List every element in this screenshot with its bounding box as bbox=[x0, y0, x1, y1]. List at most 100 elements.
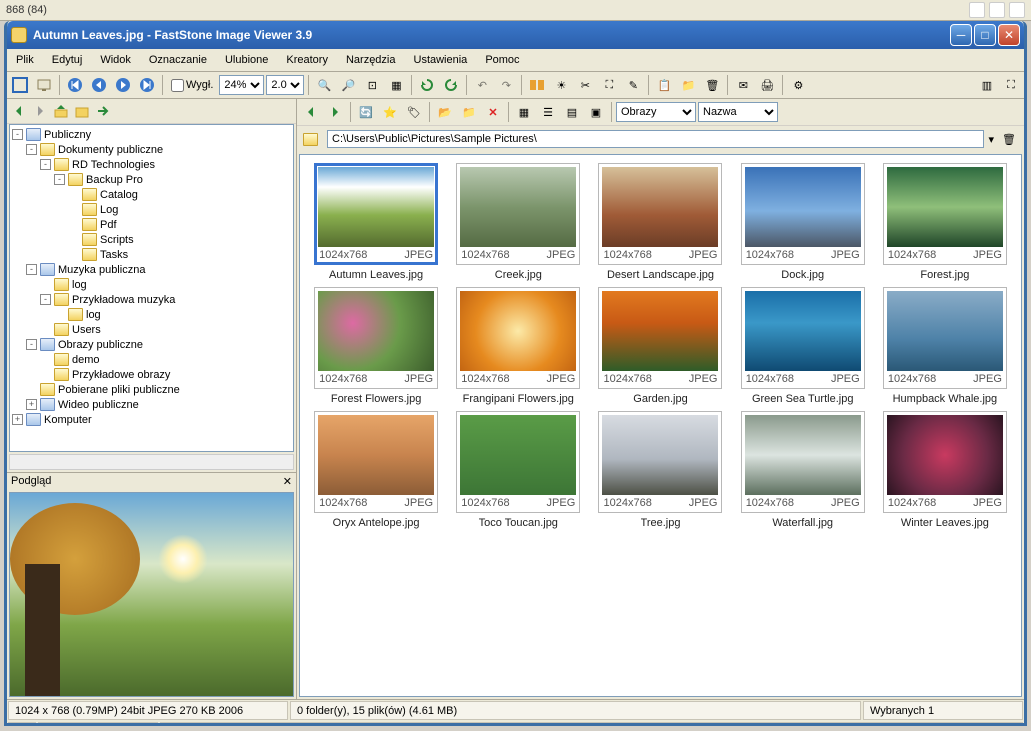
tree-toggle-icon[interactable]: - bbox=[26, 144, 37, 155]
tree-back-icon[interactable] bbox=[9, 101, 29, 121]
tree-item[interactable]: -Dokumenty publiczne bbox=[12, 142, 291, 157]
path-input[interactable]: C:\Users\Public\Pictures\Sample Pictures… bbox=[327, 130, 984, 148]
ct-tag-icon[interactable]: 🏷 bbox=[403, 101, 425, 123]
thumbnail[interactable]: 1024x768JPEGHumpback Whale.jpg bbox=[877, 287, 1013, 405]
thumbnail[interactable]: 1024x768JPEGForest Flowers.jpg bbox=[308, 287, 444, 405]
tree-item[interactable]: -Muzyka publiczna bbox=[12, 262, 291, 277]
ct-open-icon[interactable]: 📂 bbox=[434, 101, 456, 123]
tree-item[interactable]: Tasks bbox=[12, 247, 291, 262]
tree-item[interactable]: Pobierane pliki publiczne bbox=[12, 382, 291, 397]
trash-icon[interactable]: 🗑 bbox=[998, 128, 1020, 150]
menu-item-plik[interactable]: Plik bbox=[13, 52, 37, 68]
tree-toggle-icon[interactable]: - bbox=[12, 129, 23, 140]
folder-tree[interactable]: -Publiczny-Dokumenty publiczne-RD Techno… bbox=[9, 124, 294, 452]
titlebar[interactable]: Autumn Leaves.jpg - FastStone Image View… bbox=[7, 21, 1024, 49]
crop-icon[interactable]: ✂ bbox=[574, 74, 596, 96]
tree-item[interactable]: +Wideo publiczne bbox=[12, 397, 291, 412]
thumbnail[interactable]: 1024x768JPEGDesert Landscape.jpg bbox=[592, 163, 728, 281]
layout-toggle-icon[interactable]: ▥ bbox=[976, 74, 998, 96]
zoom-fit-icon[interactable]: ⊡ bbox=[361, 74, 383, 96]
nav-last-icon[interactable] bbox=[136, 74, 158, 96]
thumbnail[interactable]: 1024x768JPEGDock.jpg bbox=[735, 163, 871, 281]
tree-item[interactable]: +Komputer bbox=[12, 412, 291, 427]
menu-item-ulubione[interactable]: Ulubione bbox=[222, 52, 271, 68]
outer-icon[interactable] bbox=[1009, 2, 1025, 18]
tree-toggle-icon[interactable]: - bbox=[40, 294, 51, 305]
thumbnail[interactable]: 1024x768JPEGGarden.jpg bbox=[592, 287, 728, 405]
thumbnail[interactable]: 1024x768JPEGCreek.jpg bbox=[450, 163, 586, 281]
thumbnail-grid[interactable]: 1024x768JPEGAutumn Leaves.jpg1024x768JPE… bbox=[299, 154, 1022, 697]
thumbnail[interactable]: 1024x768JPEGAutumn Leaves.jpg bbox=[308, 163, 444, 281]
zoom-actual-icon[interactable]: ▦ bbox=[385, 74, 407, 96]
path-dropdown-icon[interactable]: ▾ bbox=[988, 133, 994, 146]
tree-item[interactable]: Przykładowe obrazy bbox=[12, 367, 291, 382]
menu-item-pomoc[interactable]: Pomoc bbox=[482, 52, 522, 68]
resize-icon[interactable]: ⛶ bbox=[598, 74, 620, 96]
thumbnail[interactable]: 1024x768JPEGWaterfall.jpg bbox=[735, 411, 871, 529]
tree-toggle-icon[interactable]: - bbox=[54, 174, 65, 185]
tree-item[interactable]: Pdf bbox=[12, 217, 291, 232]
menu-item-edytuj[interactable]: Edytuj bbox=[49, 52, 86, 68]
tree-toggle-icon[interactable]: - bbox=[40, 159, 51, 170]
tree-item[interactable]: Users bbox=[12, 322, 291, 337]
move-icon[interactable]: 📁 bbox=[677, 74, 699, 96]
outer-icon[interactable] bbox=[969, 2, 985, 18]
tree-fwd-icon[interactable] bbox=[30, 101, 50, 121]
tree-toggle-icon[interactable]: - bbox=[26, 339, 37, 350]
tree-up-icon[interactable] bbox=[51, 101, 71, 121]
ct-delete-icon[interactable]: ✕ bbox=[482, 101, 504, 123]
tree-item[interactable]: -RD Technologies bbox=[12, 157, 291, 172]
status-link[interactable]: www.FastStone.org bbox=[38, 722, 158, 726]
redo-icon[interactable]: ↷ bbox=[495, 74, 517, 96]
view-tile-icon[interactable]: ▣ bbox=[585, 101, 607, 123]
menu-item-narzędzia[interactable]: Narzędzia bbox=[343, 52, 399, 68]
thumbnail[interactable]: 1024x768JPEGTree.jpg bbox=[592, 411, 728, 529]
settings-icon[interactable]: ⚙ bbox=[787, 74, 809, 96]
thumbnail[interactable]: 1024x768JPEGForest.jpg bbox=[877, 163, 1013, 281]
menu-item-oznaczanie[interactable]: Oznaczanie bbox=[146, 52, 210, 68]
status-globe-icon[interactable]: 🌐 bbox=[8, 722, 36, 726]
thumbnail[interactable]: 1024x768JPEGWinter Leaves.jpg bbox=[877, 411, 1013, 529]
preview-close-icon[interactable]: ✕ bbox=[283, 475, 292, 488]
adjust-icon[interactable]: ☀ bbox=[550, 74, 572, 96]
nav-next-icon[interactable] bbox=[112, 74, 134, 96]
rotate-left-icon[interactable] bbox=[416, 74, 438, 96]
tree-item[interactable]: -Przykładowa muzyka bbox=[12, 292, 291, 307]
maximize-button[interactable]: □ bbox=[974, 24, 996, 46]
outer-icon[interactable] bbox=[989, 2, 1005, 18]
path-folder-icon[interactable] bbox=[301, 128, 323, 150]
nav-first-icon[interactable] bbox=[64, 74, 86, 96]
tree-toggle-icon[interactable]: + bbox=[12, 414, 23, 425]
thumbnail[interactable]: 1024x768JPEGGreen Sea Turtle.jpg bbox=[735, 287, 871, 405]
tree-item[interactable]: -Backup Pro bbox=[12, 172, 291, 187]
copy-icon[interactable]: 📋 bbox=[653, 74, 675, 96]
email-icon[interactable]: ✉ bbox=[732, 74, 754, 96]
ct-favorite-icon[interactable]: ⭐ bbox=[379, 101, 401, 123]
tree-item[interactable]: -Obrazy publiczne bbox=[12, 337, 291, 352]
tree-home-icon[interactable] bbox=[72, 101, 92, 121]
ct-newfolder-icon[interactable]: 📁 bbox=[458, 101, 480, 123]
zoom-out-icon[interactable]: 🔎 bbox=[337, 74, 359, 96]
menu-item-widok[interactable]: Widok bbox=[97, 52, 134, 68]
zoom-in-icon[interactable]: 🔍 bbox=[313, 74, 335, 96]
print-icon[interactable]: 🖨 bbox=[756, 74, 778, 96]
menu-item-kreatory[interactable]: Kreatory bbox=[283, 52, 331, 68]
zoom-select[interactable]: 24% bbox=[219, 75, 264, 95]
tree-scrollbar[interactable] bbox=[9, 454, 294, 470]
tree-item[interactable]: Log bbox=[12, 202, 291, 217]
scale-select[interactable]: 2.0 bbox=[266, 75, 304, 95]
tree-item[interactable]: Catalog bbox=[12, 187, 291, 202]
tree-go-icon[interactable] bbox=[93, 101, 113, 121]
sort-select[interactable]: Nazwa bbox=[698, 102, 778, 122]
preview-pane[interactable] bbox=[9, 492, 294, 697]
tree-item[interactable]: demo bbox=[12, 352, 291, 367]
close-button[interactable]: ✕ bbox=[998, 24, 1020, 46]
view-detail-icon[interactable]: ▤ bbox=[561, 101, 583, 123]
view-thumb-icon[interactable]: ▦ bbox=[513, 101, 535, 123]
undo-icon[interactable]: ↶ bbox=[471, 74, 493, 96]
tree-toggle-icon[interactable]: + bbox=[26, 399, 37, 410]
tree-item[interactable]: log bbox=[12, 277, 291, 292]
toolbar-slideshow-icon[interactable] bbox=[33, 74, 55, 96]
minimize-button[interactable]: ─ bbox=[950, 24, 972, 46]
tree-item[interactable]: Scripts bbox=[12, 232, 291, 247]
